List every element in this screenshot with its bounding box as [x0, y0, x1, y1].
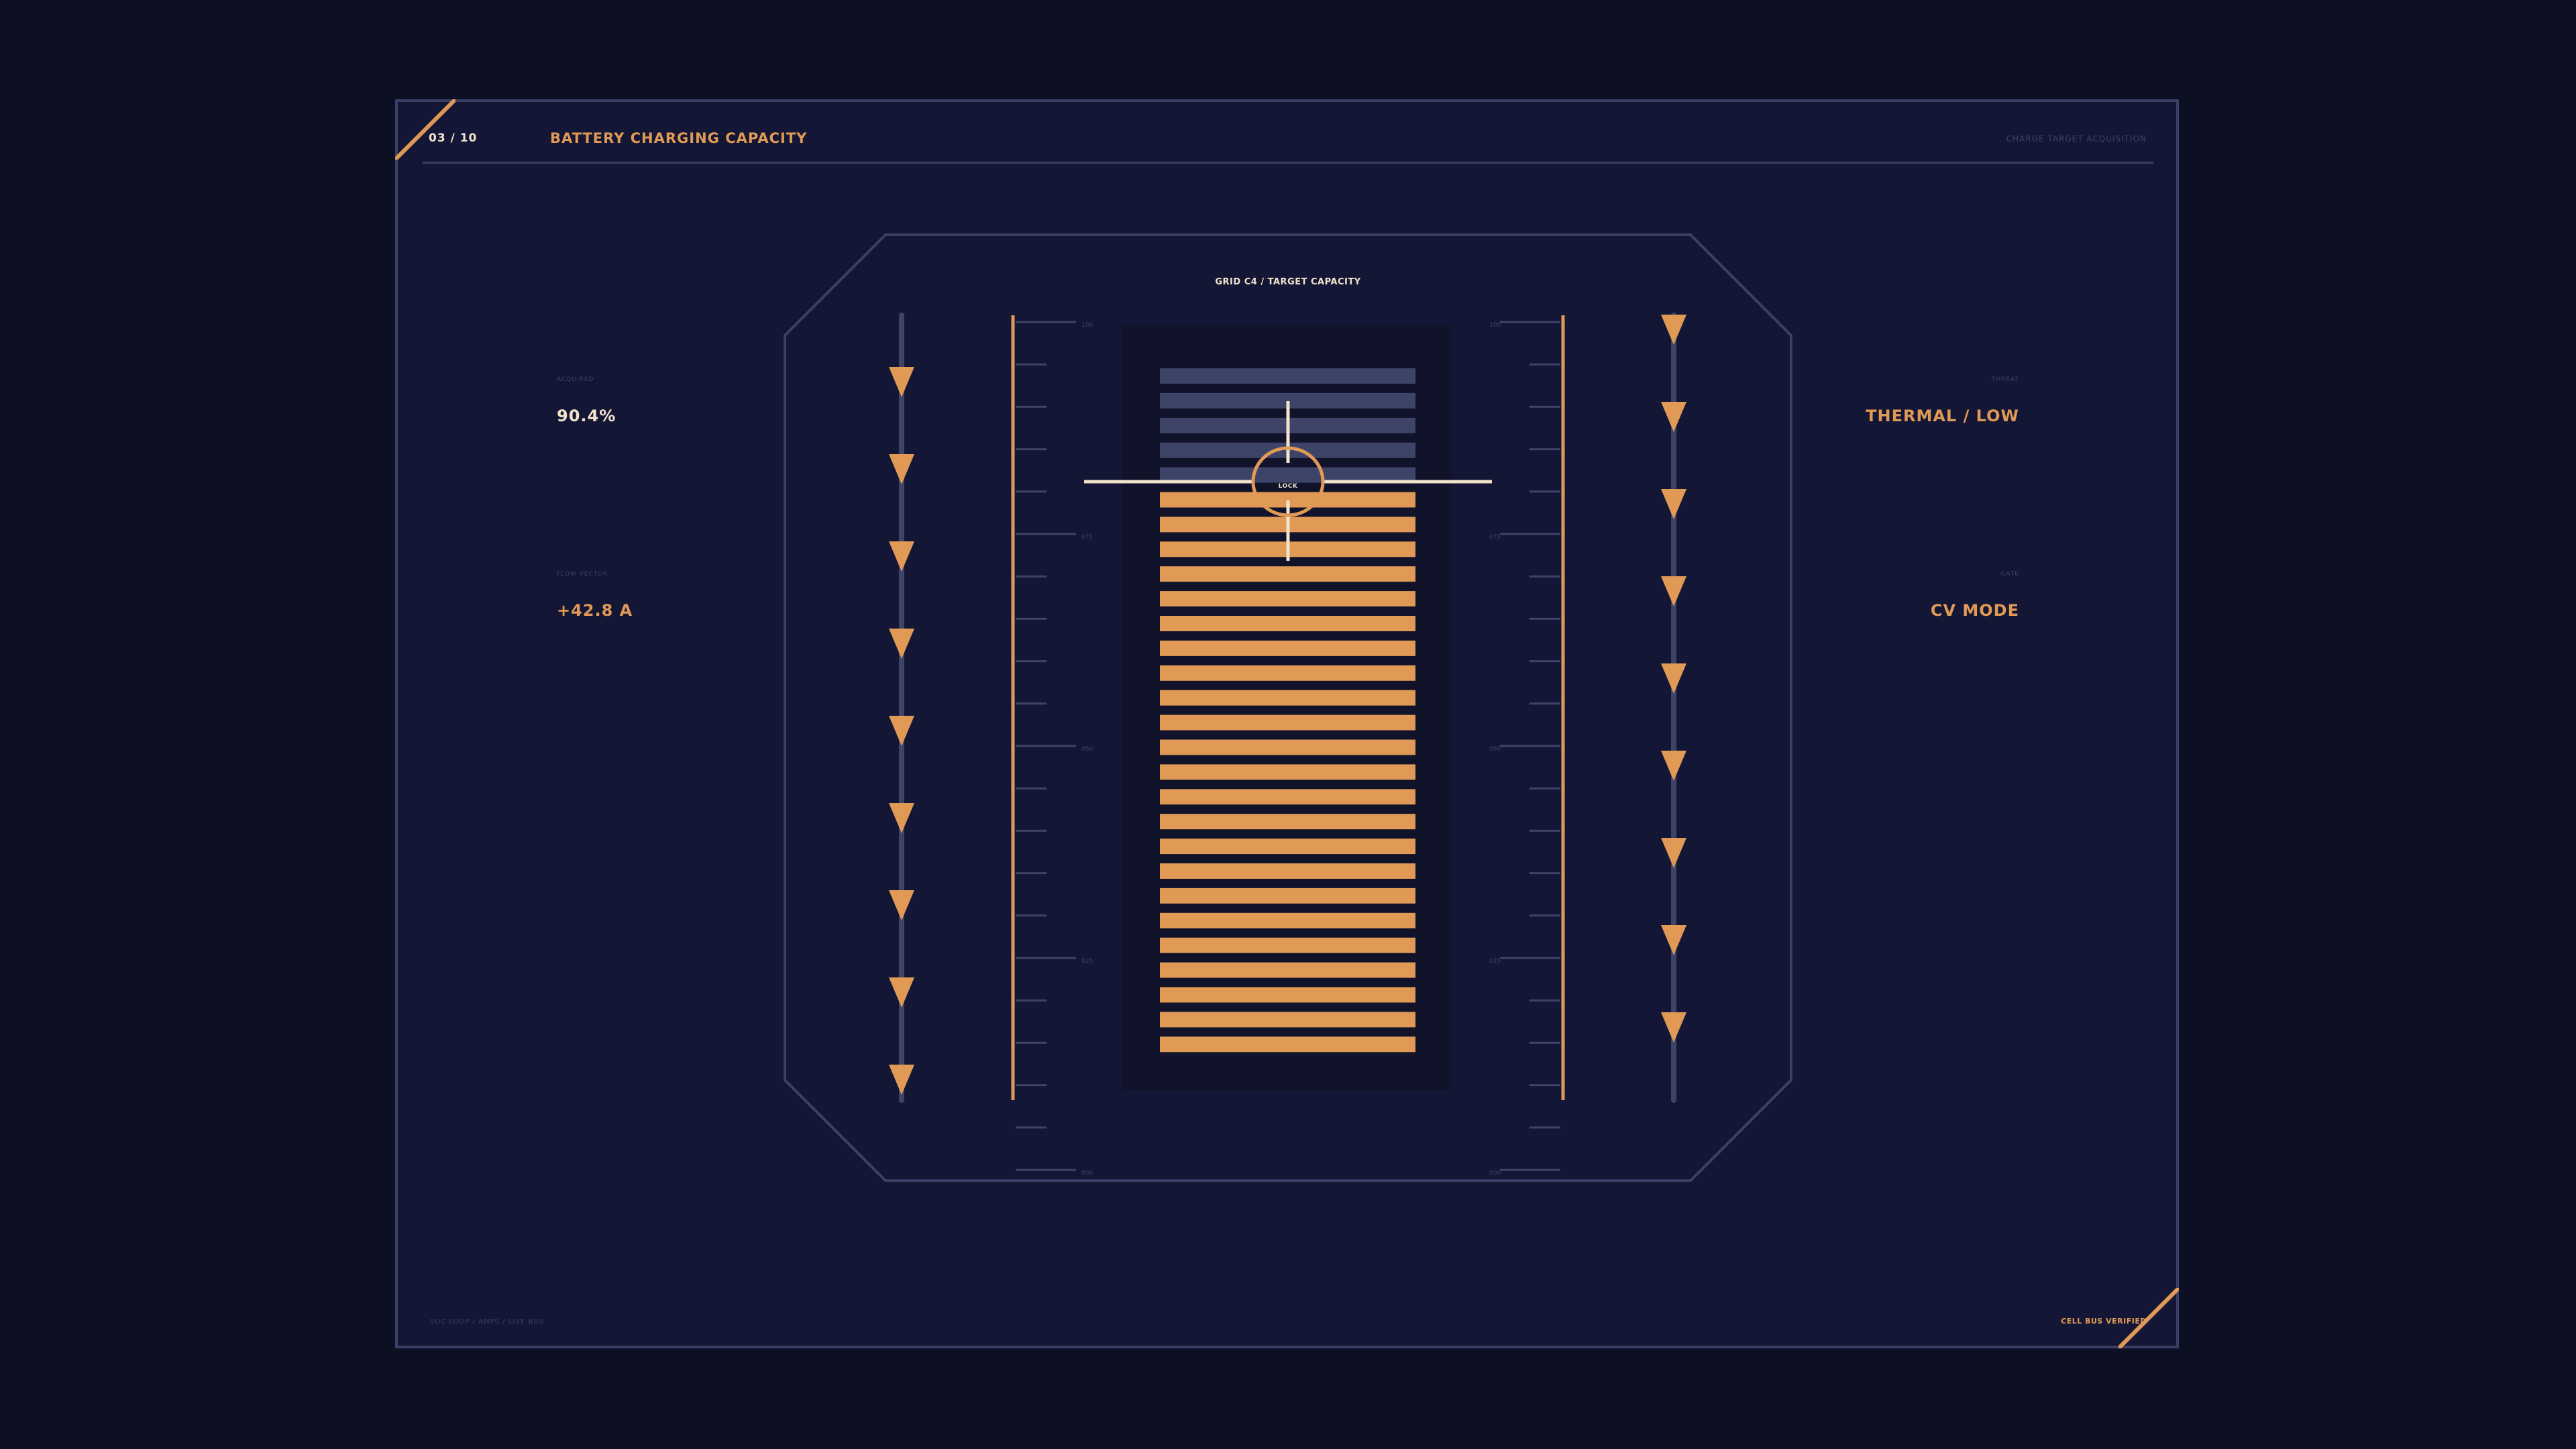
segment-filled — [1160, 839, 1415, 855]
flow-arrow-icon — [889, 367, 914, 397]
flow-arrow-icon — [1661, 925, 1686, 955]
gauge-title: GRID C4 / TARGET CAPACITY — [1215, 277, 1361, 287]
scale-label: 075 — [1081, 534, 1093, 541]
flow-arrow-icon — [1661, 576, 1686, 606]
scale-label: 050 — [1489, 746, 1501, 753]
flow-arrow-icon — [1661, 838, 1686, 868]
scale-label: 000 — [1081, 1170, 1093, 1177]
flow-arrow-icon — [1661, 402, 1686, 432]
segment-filled — [1160, 912, 1415, 928]
segment-filled — [1160, 937, 1415, 953]
flow-arrow-icon — [889, 890, 914, 920]
segment-filled — [1160, 1036, 1415, 1053]
flow-arrow-icon — [889, 541, 914, 572]
segment-filled — [1160, 591, 1415, 607]
scale-left: 100 075 050 025 000 — [1011, 315, 1093, 1177]
segment-filled — [1160, 566, 1415, 582]
flow-arrow-icon — [889, 629, 914, 659]
scale-label: 025 — [1489, 958, 1501, 965]
flow-arrow-icon — [1661, 751, 1686, 781]
scale-label: 000 — [1489, 1170, 1501, 1177]
flow-arrow-icon — [1661, 663, 1686, 694]
flow-arrow-icon — [889, 1065, 914, 1095]
flow-arrow-icon — [1661, 489, 1686, 519]
segment-filled — [1160, 888, 1415, 904]
scale-right: 100 075 050 025 000 — [1489, 315, 1565, 1177]
flow-arrow-icon — [889, 977, 914, 1008]
scale-label: 100 — [1081, 322, 1093, 329]
segment-filled — [1160, 665, 1415, 681]
segment-filled — [1160, 739, 1415, 755]
segment-filled — [1160, 640, 1415, 656]
scale-label: 100 — [1489, 322, 1501, 329]
capacity-gauge: 100 075 050 025 000 100 075 050 025 000 — [784, 233, 1792, 1182]
flow-arrow-icon — [889, 716, 914, 746]
segment-empty — [1160, 368, 1415, 384]
flow-arrows-left — [889, 313, 914, 1103]
segment-filled — [1160, 1012, 1415, 1028]
flow-arrow-icon — [1661, 1012, 1686, 1042]
flow-arrow-icon — [889, 454, 914, 484]
flow-arrows-right — [1661, 313, 1686, 1103]
scale-label: 050 — [1081, 746, 1093, 753]
segment-filled — [1160, 863, 1415, 879]
segment-filled — [1160, 987, 1415, 1003]
lock-label: LOCK — [1278, 483, 1298, 490]
segment-filled — [1160, 962, 1415, 978]
segment-filled — [1160, 814, 1415, 830]
segment-filled — [1160, 714, 1415, 731]
segment-filled — [1160, 616, 1415, 631]
scale-label: 075 — [1489, 534, 1501, 541]
flow-arrow-icon — [1661, 315, 1686, 345]
segment-filled — [1160, 789, 1415, 805]
flow-arrow-icon — [889, 803, 914, 833]
scale-label: 025 — [1081, 958, 1093, 965]
segment-filled — [1160, 690, 1415, 706]
segment-filled — [1160, 764, 1415, 780]
